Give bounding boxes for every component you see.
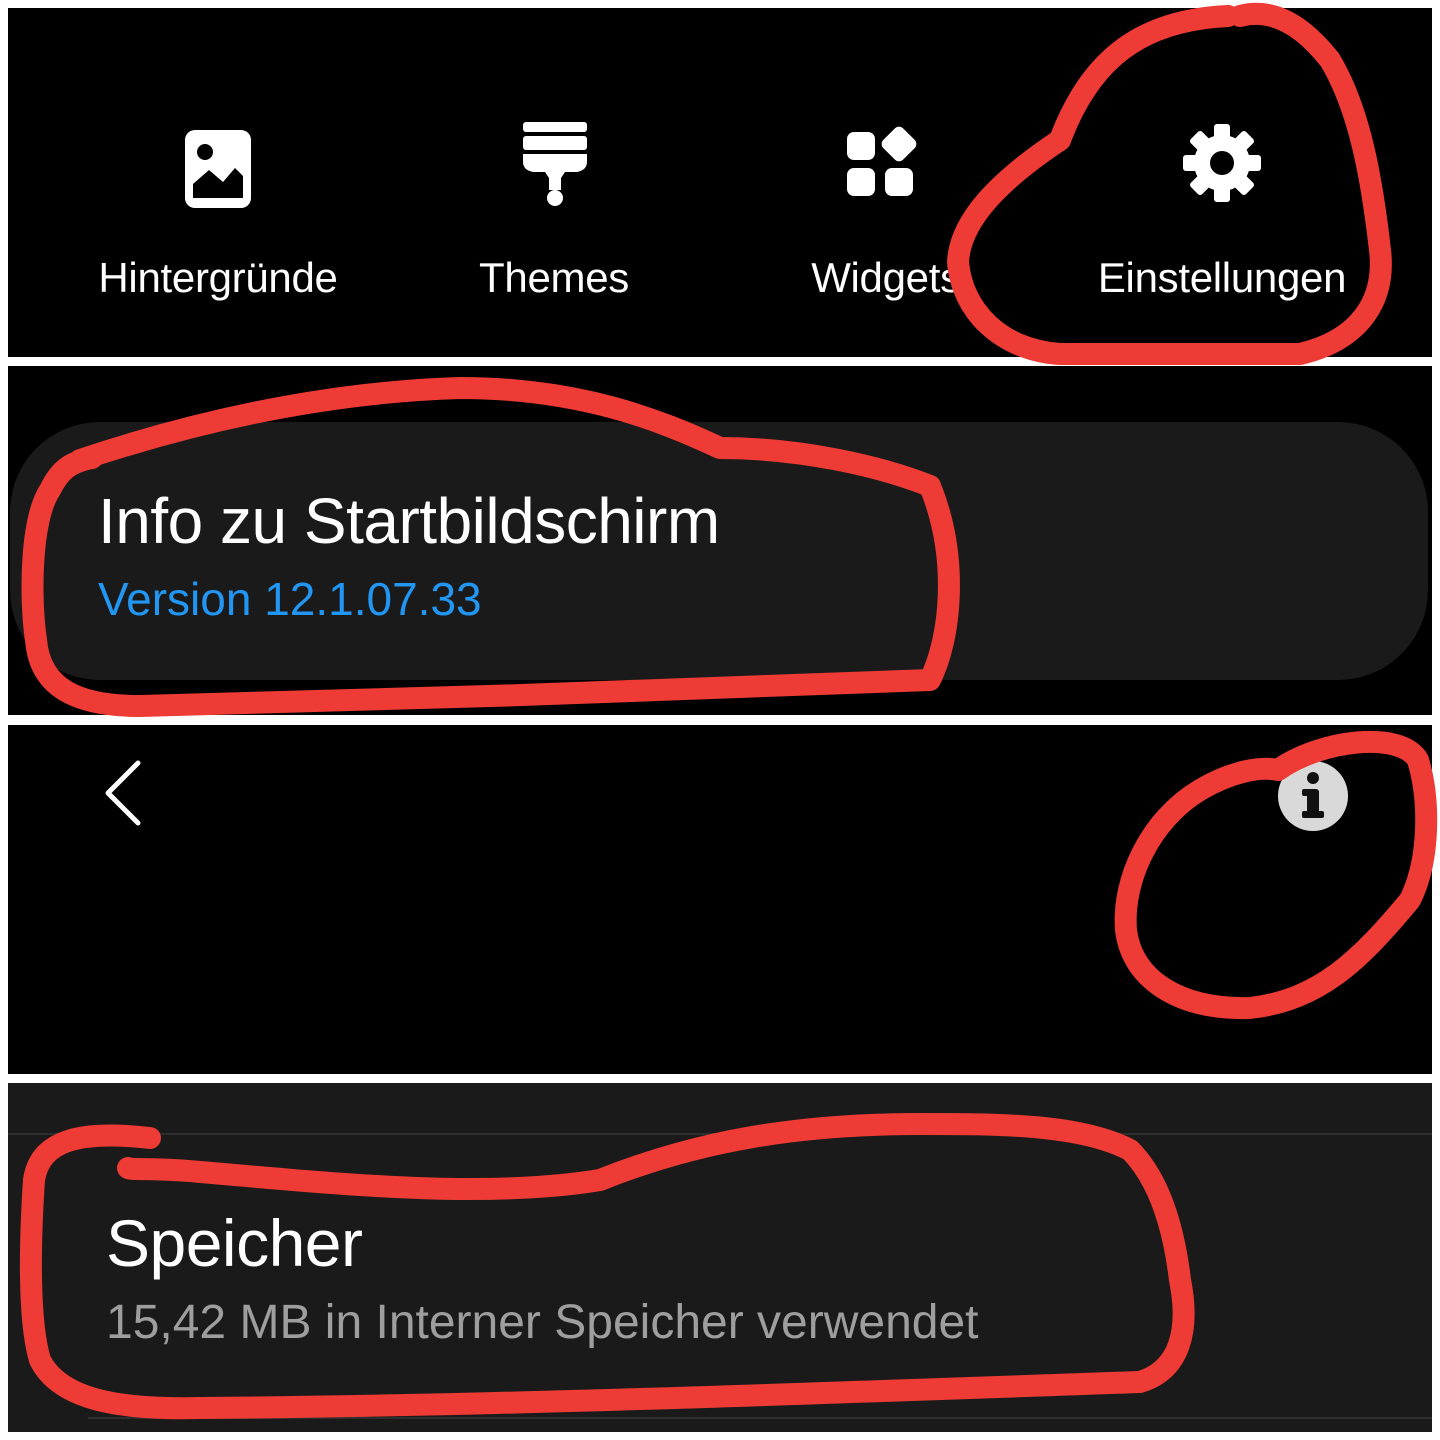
divider — [88, 1417, 1432, 1419]
settings-button[interactable]: Einstellungen — [1064, 8, 1380, 357]
storage-usage-text: 15,42 MB in Interner Speicher verwendet — [106, 1296, 979, 1349]
storage-title[interactable]: Speicher — [106, 1205, 363, 1281]
version-text: Version 12.1.07.33 — [98, 573, 482, 625]
settings-label: Einstellungen — [1097, 254, 1347, 301]
gear-icon — [1183, 124, 1261, 202]
themes-label: Themes — [479, 254, 629, 301]
back-button[interactable] — [96, 755, 156, 835]
about-app-bar-panel — [8, 725, 1432, 1074]
info-icon — [1278, 761, 1348, 831]
wallpaper-icon — [185, 130, 251, 208]
settings-list-panel: Info zu Startbildschirm Version 12.1.07.… — [8, 366, 1432, 715]
divider — [8, 1133, 1432, 1135]
about-home-screen-title: Info zu Startbildschirm — [98, 485, 720, 557]
themes-button[interactable]: Themes — [396, 8, 712, 357]
wallpapers-button[interactable]: Hintergründe — [60, 8, 376, 357]
chevron-left-icon — [105, 760, 141, 826]
wallpapers-label: Hintergründe — [98, 254, 338, 301]
app-info-storage-panel: Speicher 15,42 MB in Interner Speicher v… — [8, 1083, 1432, 1432]
widgets-icon — [847, 126, 917, 196]
paint-brush-icon — [523, 122, 587, 206]
widgets-label: Widgets — [811, 254, 961, 301]
app-info-button[interactable] — [1276, 759, 1350, 833]
launcher-menu-panel: Hintergründe Themes Widgets Einstellunge… — [8, 8, 1432, 357]
widgets-button[interactable]: Widgets — [728, 8, 1044, 357]
